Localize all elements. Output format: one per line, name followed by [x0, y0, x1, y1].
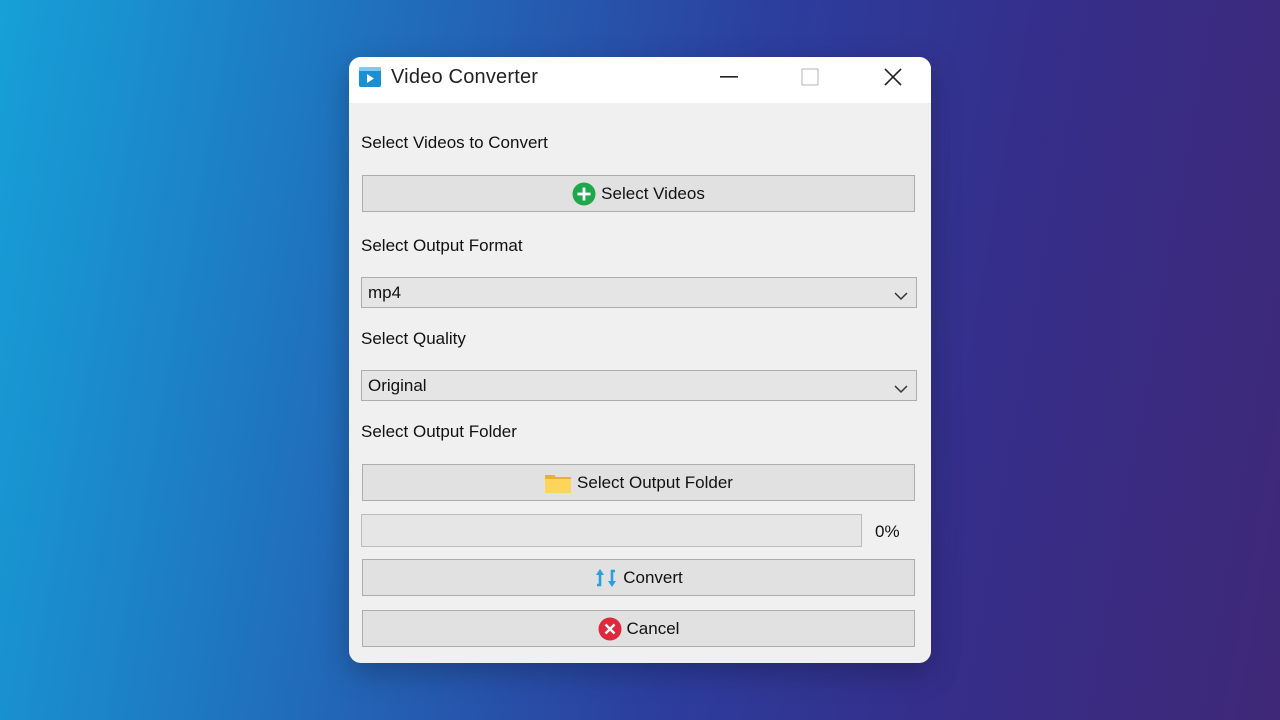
refresh-icon	[594, 567, 618, 589]
select-output-folder-button[interactable]: Select Output Folder	[362, 464, 915, 501]
plus-circle-icon	[572, 182, 596, 206]
minimize-button[interactable]	[706, 57, 752, 97]
title-bar[interactable]: Video Converter	[349, 57, 931, 103]
select-videos-label: Select Videos	[601, 183, 705, 203]
format-select[interactable]: mp4	[361, 277, 917, 308]
maximize-icon	[801, 68, 819, 86]
folder-icon	[544, 472, 572, 494]
progress-bar	[361, 514, 862, 547]
cancel-button[interactable]: Cancel	[362, 610, 915, 647]
format-select-value: mp4	[368, 283, 402, 302]
quality-select[interactable]: Original	[361, 370, 917, 401]
window-title: Video Converter	[391, 66, 539, 88]
quality-section-label: Select Quality	[361, 329, 466, 348]
videos-section-label: Select Videos to Convert	[361, 133, 548, 152]
close-icon	[884, 68, 902, 86]
maximize-button[interactable]	[787, 57, 833, 97]
convert-label: Convert	[623, 567, 683, 587]
folder-section-label: Select Output Folder	[361, 422, 517, 441]
chevron-down-icon	[894, 379, 908, 399]
close-button[interactable]	[870, 57, 916, 97]
chevron-down-icon	[894, 286, 908, 306]
quality-select-value: Original	[368, 376, 427, 395]
app-window: Video Converter Select Videos to Convert	[349, 57, 931, 663]
video-player-icon	[359, 67, 381, 87]
select-videos-button[interactable]: Select Videos	[362, 175, 915, 212]
cancel-label: Cancel	[626, 618, 680, 638]
minimize-icon	[720, 76, 738, 78]
convert-button[interactable]: Convert	[362, 559, 915, 596]
format-section-label: Select Output Format	[361, 236, 523, 255]
select-folder-label: Select Output Folder	[577, 472, 733, 492]
x-circle-icon	[598, 617, 622, 641]
progress-percent: 0%	[875, 522, 900, 541]
